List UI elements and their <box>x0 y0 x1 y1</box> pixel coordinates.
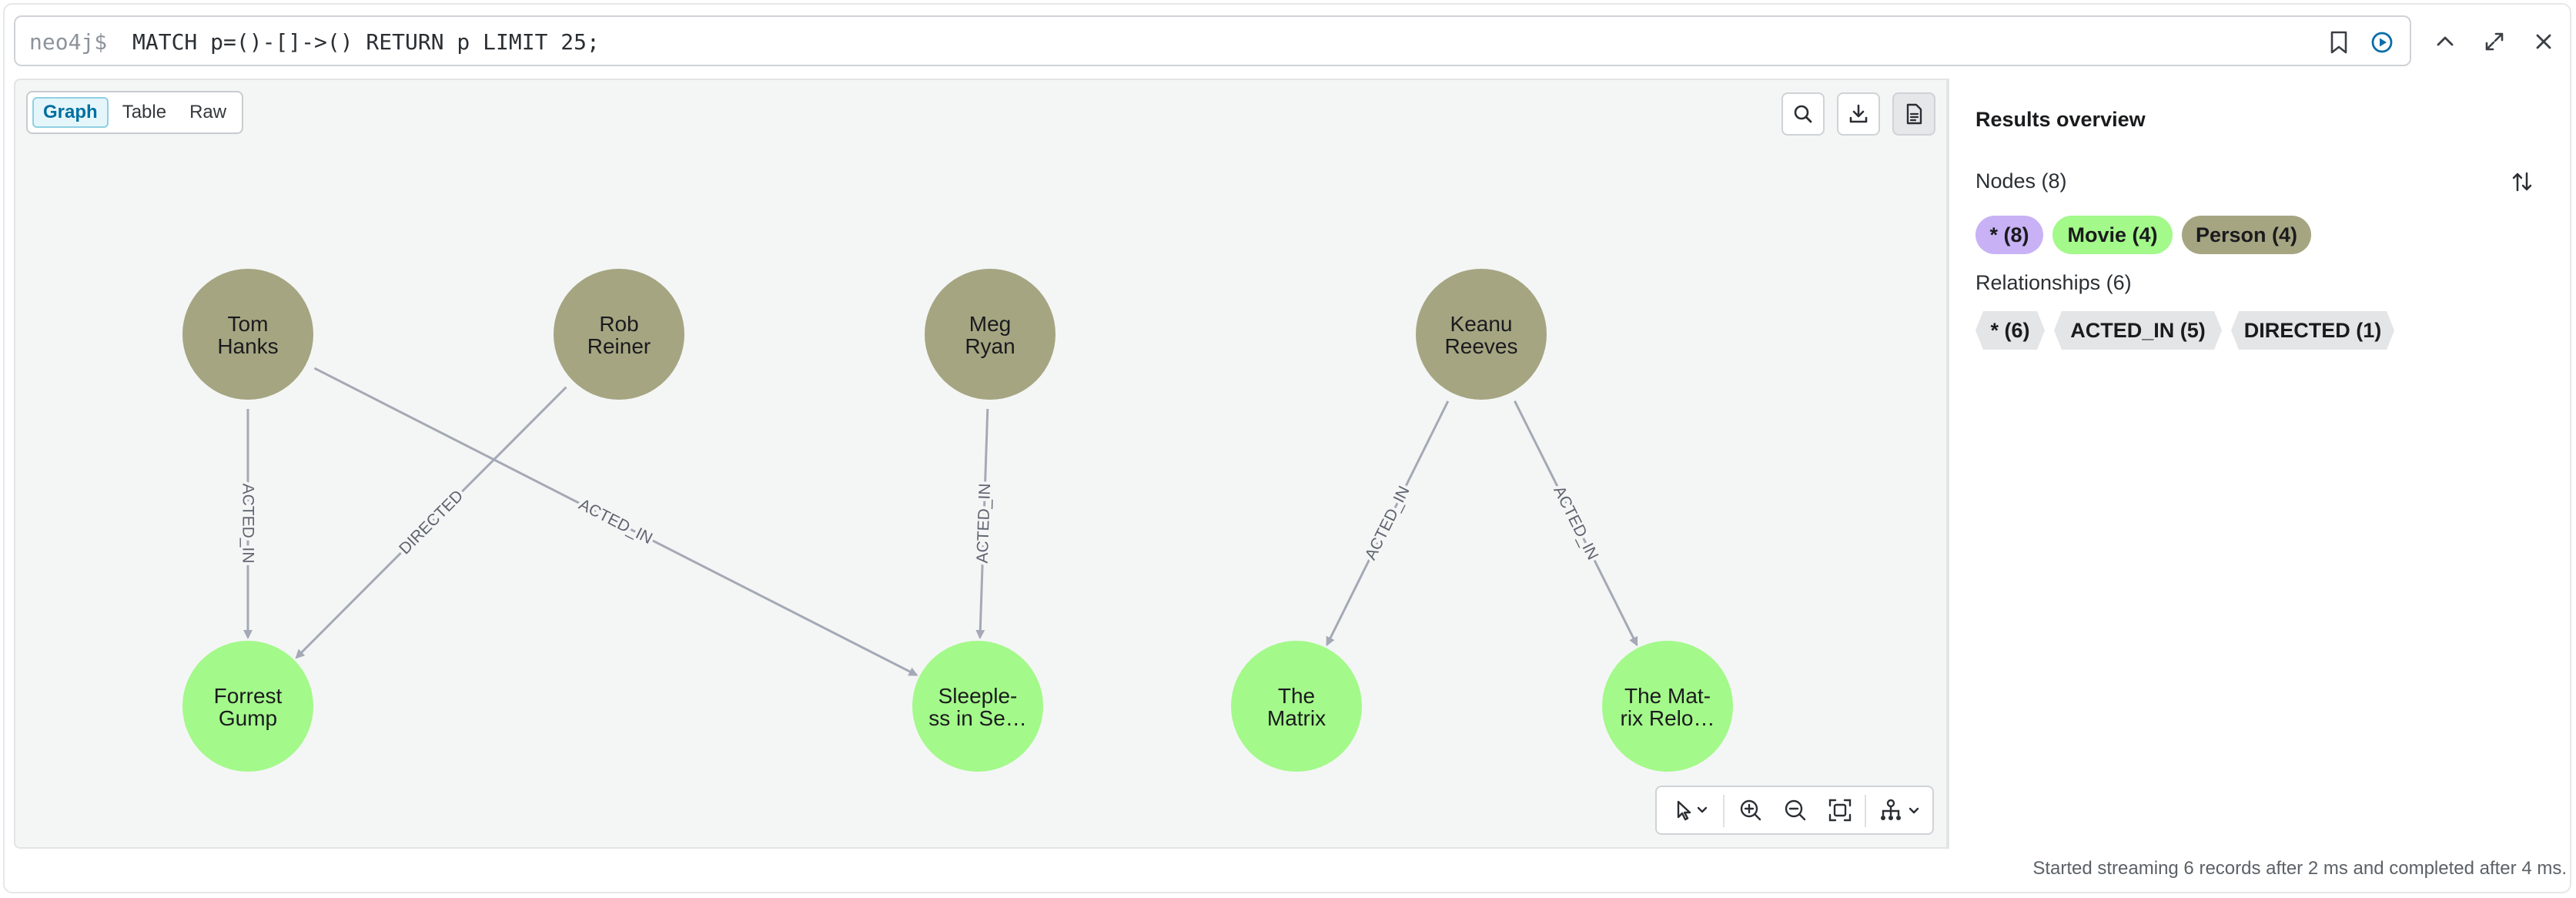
layout-button[interactable] <box>1872 793 1929 827</box>
select-mode-button[interactable] <box>1666 793 1717 827</box>
graph-node-forrest[interactable]: Forrest Gump <box>182 641 313 772</box>
graph-node-sleepless[interactable]: Sleeple-ss in Se… <box>912 641 1043 772</box>
rel-chip-all[interactable]: * (6) <box>1975 311 2045 350</box>
relationship-label: DIRECTED <box>396 487 467 558</box>
relationship-label: ACTED_IN <box>1362 483 1413 562</box>
node-caption: Forrest Gump <box>214 684 283 730</box>
fit-to-screen-button[interactable] <box>1822 793 1858 827</box>
zoom-out-icon <box>1785 799 1806 821</box>
node-caption: The Mat-rix Relo… <box>1621 684 1715 730</box>
results-overview-panel: Results overview Nodes (8) * (8) Movie (… <box>1948 79 2570 849</box>
nodes-heading: Nodes (8) <box>1975 169 2067 193</box>
zoom-in-button[interactable] <box>1732 793 1769 827</box>
hierarchy-layout-icon <box>1881 799 1919 820</box>
results-overview-title: Results overview <box>1975 108 2146 131</box>
relationship-label: ACTED_IN <box>239 484 257 564</box>
graph-node-matrix[interactable]: The Matrix <box>1231 641 1362 772</box>
status-message: Started streaming 6 records after 2 ms a… <box>2032 858 2567 879</box>
node-chip-all[interactable]: * (8) <box>1975 216 2043 254</box>
graph-node-tom[interactable]: Tom Hanks <box>182 269 313 400</box>
relationship-label: ACTED_IN <box>974 483 994 564</box>
node-caption: Keanu Reeves <box>1445 312 1518 358</box>
sort-icon[interactable] <box>2505 165 2539 199</box>
graph-node-rob[interactable]: Rob Reiner <box>554 269 684 400</box>
graph-controls <box>1655 786 1934 835</box>
node-chip-person[interactable]: Person (4) <box>2182 216 2311 254</box>
graph-node-keanu[interactable]: Keanu Reeves <box>1416 269 1547 400</box>
graph-node-reloaded[interactable]: The Mat-rix Relo… <box>1602 641 1733 772</box>
zoom-in-icon <box>1740 799 1761 821</box>
node-caption: Meg Ryan <box>965 312 1015 358</box>
fit-screen-icon <box>1828 799 1852 822</box>
zoom-out-button[interactable] <box>1777 793 1814 827</box>
relationships-heading: Relationships (6) <box>1975 271 2132 294</box>
rel-chip-directed[interactable]: DIRECTED (1) <box>2231 311 2394 350</box>
cursor-icon <box>1677 800 1708 821</box>
relationship-label: ACTED_IN <box>576 495 655 548</box>
rel-chip-acted-in[interactable]: ACTED_IN (5) <box>2054 311 2222 350</box>
graph-node-meg[interactable]: Meg Ryan <box>925 269 1055 400</box>
node-chip-movie[interactable]: Movie (4) <box>2052 216 2173 254</box>
toolbar-divider <box>1865 795 1866 827</box>
node-caption: Sleeple-ss in Se… <box>928 684 1027 730</box>
toolbar-divider <box>1723 795 1725 827</box>
relationship-label: ACTED_IN <box>1550 483 1601 562</box>
